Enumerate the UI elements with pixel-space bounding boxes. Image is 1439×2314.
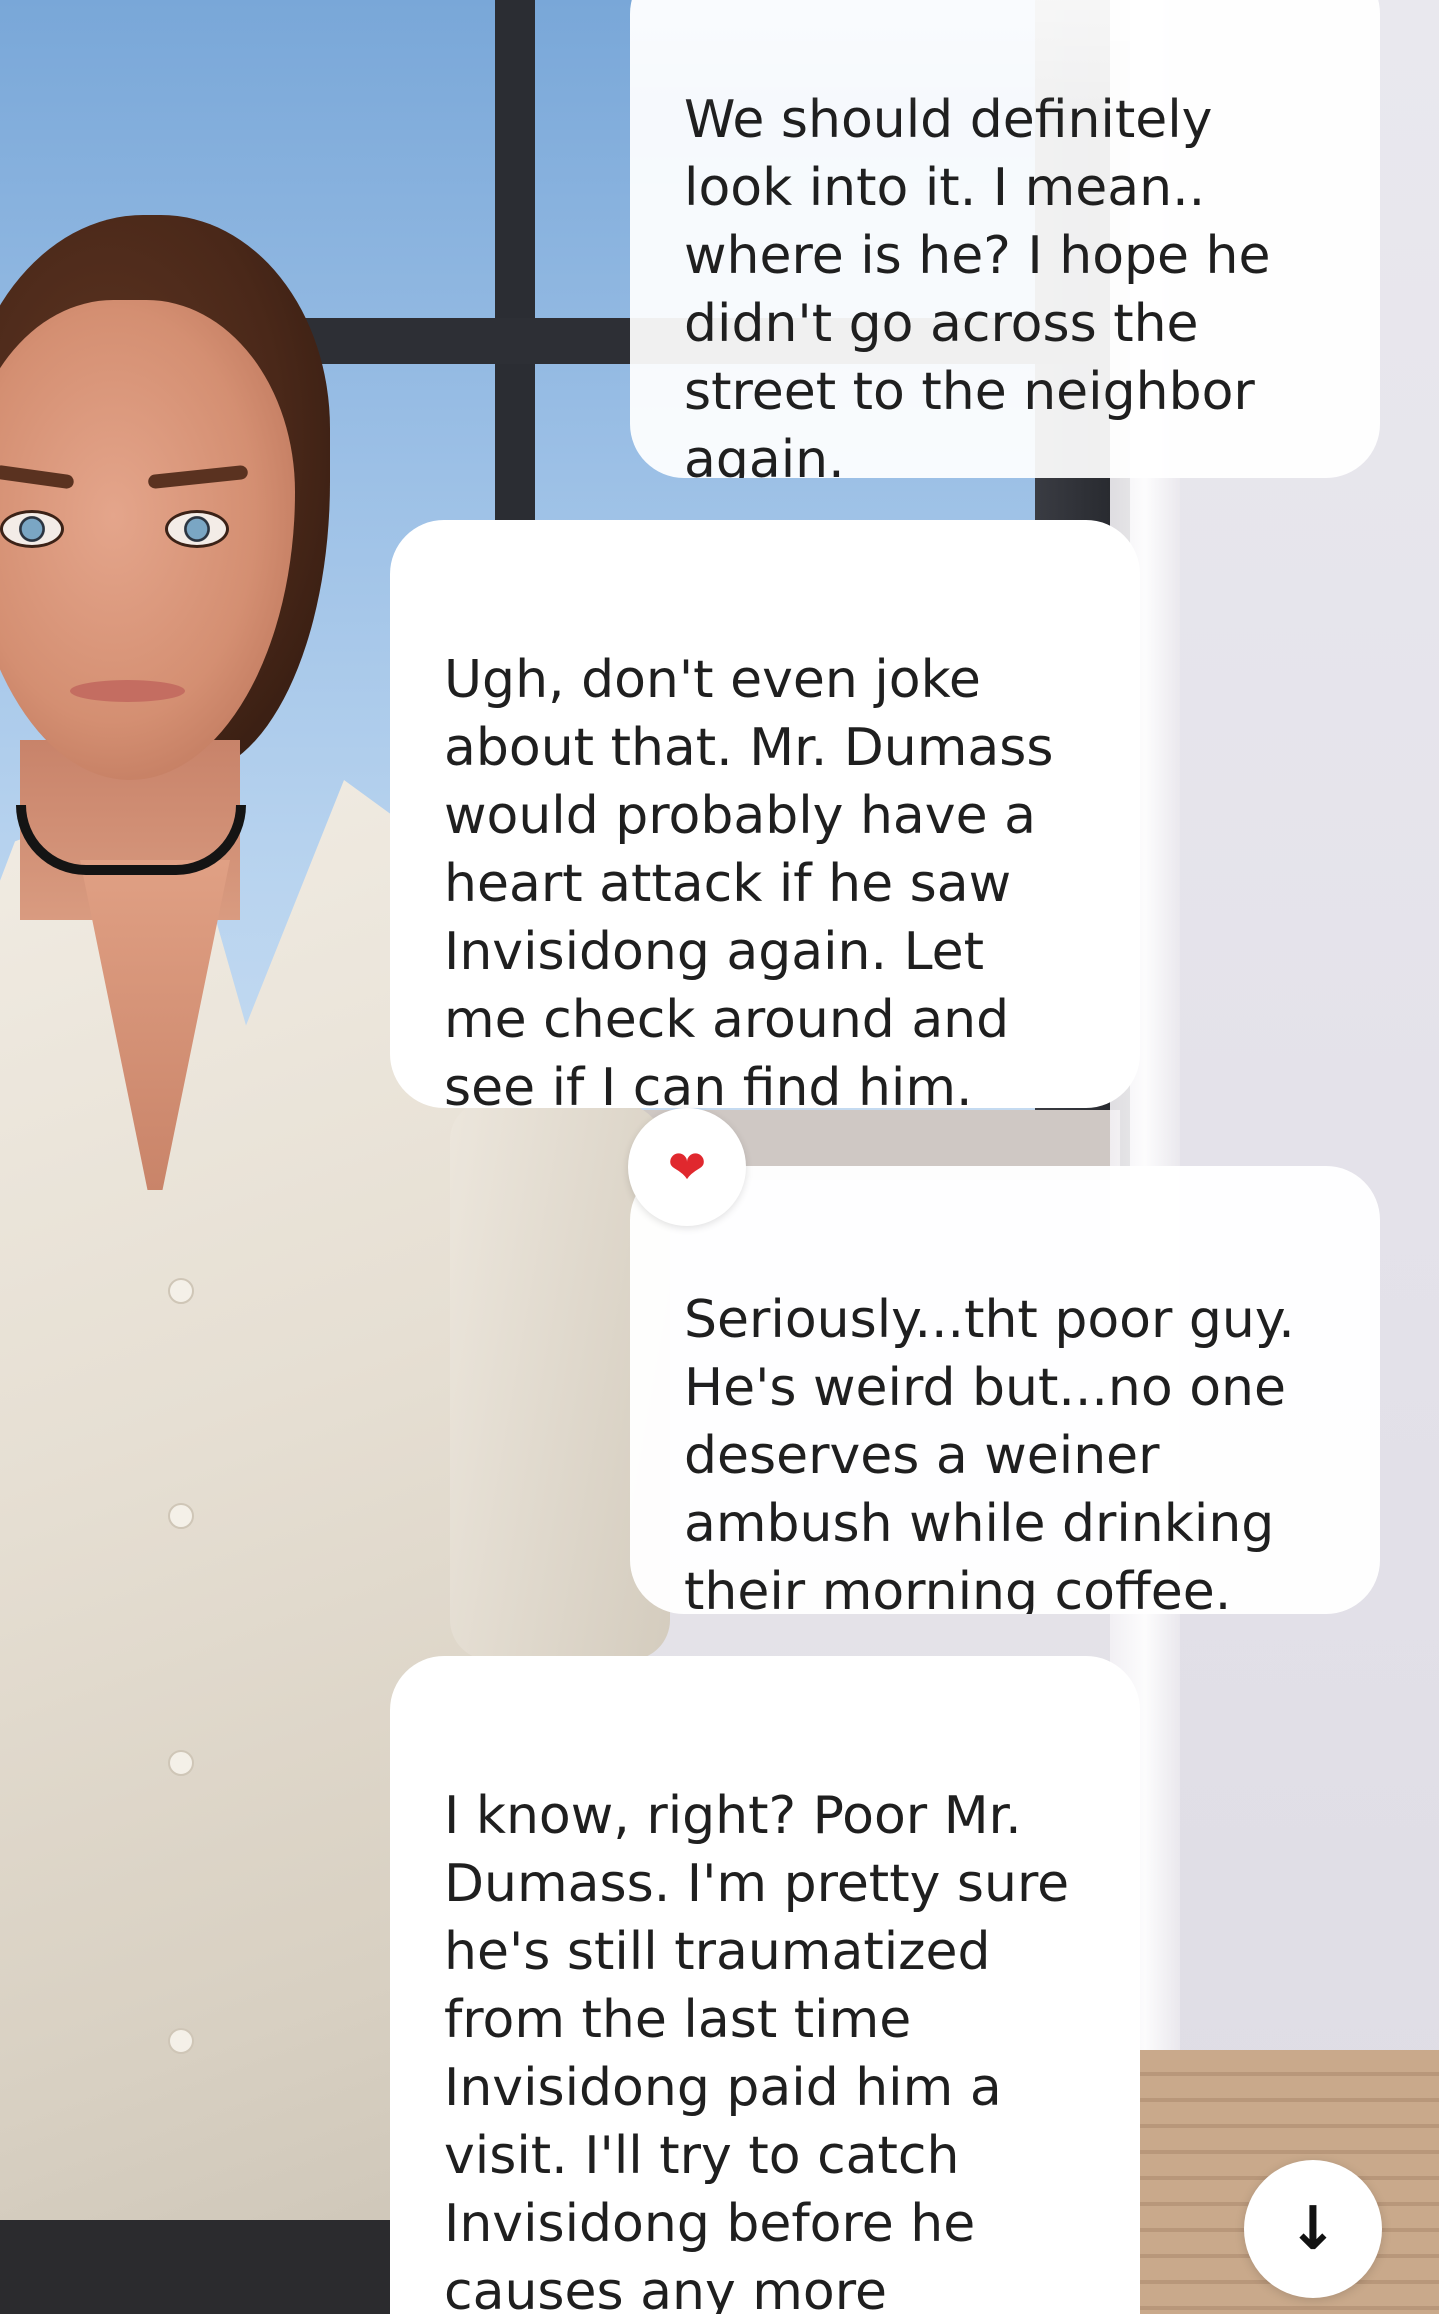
scroll-to-bottom-button[interactable]: ↓ bbox=[1244, 2160, 1382, 2298]
chat-bubble-user[interactable]: Seriously...tht poor guy. He's weird but… bbox=[630, 1166, 1380, 1614]
shirt-button bbox=[168, 2028, 194, 2054]
character-eye bbox=[0, 510, 64, 548]
character-eye bbox=[165, 510, 229, 548]
arrow-down-icon: ↓ bbox=[1287, 2194, 1339, 2264]
chat-bubble-user[interactable]: We should definitely look into it. I mea… bbox=[630, 0, 1380, 478]
character-choker bbox=[16, 805, 246, 875]
character-pants bbox=[0, 2220, 400, 2314]
shirt-button bbox=[168, 1750, 194, 1776]
message-text: Seriously...tht poor guy. He's weird but… bbox=[684, 1290, 1295, 1614]
message-text: We should definitely look into it. I mea… bbox=[684, 90, 1271, 478]
character-mouth bbox=[70, 680, 185, 702]
heart-icon[interactable]: ❤ bbox=[628, 1108, 746, 1226]
message-text: Ugh, don't even joke about that. Mr. Dum… bbox=[444, 650, 1054, 1108]
message-text: I know, right? Poor Mr. Dumass. I'm pret… bbox=[444, 1786, 1070, 2314]
shirt-button bbox=[168, 1503, 194, 1529]
chat-bubble-character[interactable]: I know, right? Poor Mr. Dumass. I'm pret… bbox=[390, 1656, 1140, 2314]
shirt-button bbox=[168, 1278, 194, 1304]
chat-bubble-character[interactable]: Ugh, don't even joke about that. Mr. Dum… bbox=[390, 520, 1140, 1108]
